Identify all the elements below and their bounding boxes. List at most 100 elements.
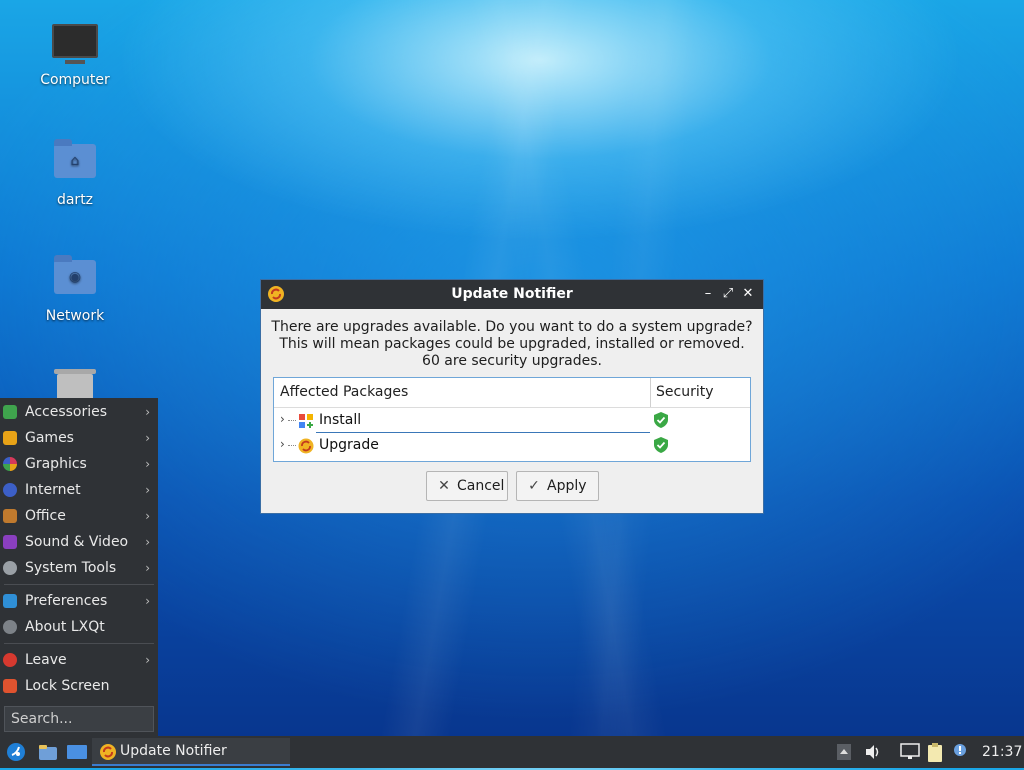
clipboard-icon[interactable] [926,743,944,762]
chevron-right-icon: › [145,653,150,667]
security-shield-icon [654,437,668,457]
button-label: Cancel [457,478,505,494]
menu-item-leave[interactable]: Leave › [0,647,158,673]
dialog-title: Update Notifier [451,286,573,302]
minimize-icon[interactable]: – [699,285,717,303]
system-tools-icon [3,561,17,575]
taskbar: Update Notifier 21:37 [0,736,1024,768]
tray-arrow-up-icon[interactable] [836,743,854,761]
checkmark-icon: ✓ [528,478,540,494]
tree-row-upgrade[interactable]: › Upgrade [274,433,750,458]
show-desktop-icon[interactable] [66,742,87,762]
menu-item-label: Games [25,430,74,446]
menu-item-label: Leave [25,652,67,668]
menu-item-office[interactable]: Office › [0,503,158,529]
desktop-icon-computer[interactable]: Computer [20,24,130,88]
update-notifier-app-icon [99,743,117,770]
menu-item-sound-video[interactable]: Sound & Video › [0,529,158,555]
tree-header: Affected Packages Security [274,378,750,408]
taskbar-item-label: Update Notifier [120,743,227,759]
tree-branch-line [288,445,296,447]
chevron-right-icon: › [145,509,150,523]
menu-separator [4,584,154,585]
tree-branch-line [288,420,296,422]
column-divider [650,378,651,407]
menu-item-label: About LXQt [25,619,105,635]
button-label: Apply [547,478,587,494]
start-menu-icon[interactable] [6,742,26,762]
desktop-icon-home[interactable]: ⌂ dartz [20,139,130,208]
clock[interactable]: 21:37 [982,736,1022,768]
security-shield-icon [654,412,668,432]
home-folder-icon: ⌂ [51,139,99,188]
internet-icon [3,483,17,497]
lock-icon [3,679,17,693]
office-briefcase-icon [3,509,17,523]
menu-item-accessories[interactable]: Accessories › [0,399,158,425]
row-label: Upgrade [319,437,379,453]
application-menu: Accessories › Games › Graphics › Interne… [0,398,158,736]
close-icon[interactable]: ✕ [739,285,757,303]
volume-icon[interactable] [864,743,882,761]
menu-item-system-tools[interactable]: System Tools › [0,555,158,581]
menu-item-about[interactable]: About LXQt [0,614,158,640]
chevron-right-icon: › [145,535,150,549]
chevron-right-icon: › [145,405,150,419]
games-icon [3,431,17,445]
message-line: This will mean packages could be upgrade… [279,336,745,352]
menu-item-label: Accessories [25,404,108,420]
cancel-button[interactable]: ✕ Cancel [426,471,508,501]
menu-item-internet[interactable]: Internet › [0,477,158,503]
menu-item-games[interactable]: Games › [0,425,158,451]
chevron-right-icon: › [145,561,150,575]
tree-row-install[interactable]: › Install [274,408,750,433]
upgrade-package-icon [298,438,314,454]
column-header-security[interactable]: Security [656,378,714,407]
menu-item-label: Graphics [25,456,87,472]
column-header-affected-packages[interactable]: Affected Packages [280,378,408,407]
desktop-icon-label: Computer [40,72,110,88]
preferences-icon [3,594,17,608]
taskbar-item-update-notifier[interactable]: Update Notifier [92,738,290,766]
dialog-titlebar[interactable]: Update Notifier – ⤢ ✕ [261,280,763,309]
menu-search-input[interactable]: Search... [4,706,154,732]
apply-button[interactable]: ✓ Apply [516,471,599,501]
menu-item-label: Lock Screen [25,678,110,694]
desktop-icon-network[interactable]: ◉ Network [20,255,130,324]
info-icon [3,620,17,634]
accessories-icon [3,405,17,419]
chevron-right-icon: › [145,594,150,608]
expand-arrow-icon[interactable]: › [280,437,285,451]
close-icon: ✕ [438,478,450,494]
chevron-right-icon: › [145,457,150,471]
menu-item-label: Internet [25,482,81,498]
network-status-icon[interactable] [900,743,920,761]
dialog-message: There are upgrades available. Do you wan… [261,319,763,370]
desktop-icon-label: dartz [56,192,94,208]
desktop-icon-label: Network [45,308,105,324]
menu-separator [4,643,154,644]
update-notifier-dialog: Update Notifier – ⤢ ✕ There are upgrades… [260,279,764,514]
row-label: Install [319,412,362,428]
network-folder-icon: ◉ [51,255,99,304]
affected-packages-tree[interactable]: Affected Packages Security › Install › U… [273,377,751,462]
power-icon [3,653,17,667]
file-manager-icon[interactable] [38,742,58,762]
menu-item-label: Sound & Video [25,534,129,550]
sound-video-icon [3,535,17,549]
maximize-icon[interactable]: ⤢ [719,285,737,303]
graphics-icon [3,457,17,471]
menu-item-graphics[interactable]: Graphics › [0,451,158,477]
expand-arrow-icon[interactable]: › [280,412,285,426]
message-line: 60 are security upgrades. [422,353,602,369]
message-line: There are upgrades available. Do you wan… [271,319,753,335]
menu-item-label: Office [25,508,66,524]
chevron-right-icon: › [145,431,150,445]
computer-icon [51,24,99,68]
menu-item-label: Preferences [25,593,108,609]
update-available-icon[interactable] [952,743,970,761]
install-package-icon [298,413,314,429]
menu-item-preferences[interactable]: Preferences › [0,588,158,614]
menu-item-lock-screen[interactable]: Lock Screen [0,673,158,699]
menu-item-label: System Tools [25,560,117,576]
